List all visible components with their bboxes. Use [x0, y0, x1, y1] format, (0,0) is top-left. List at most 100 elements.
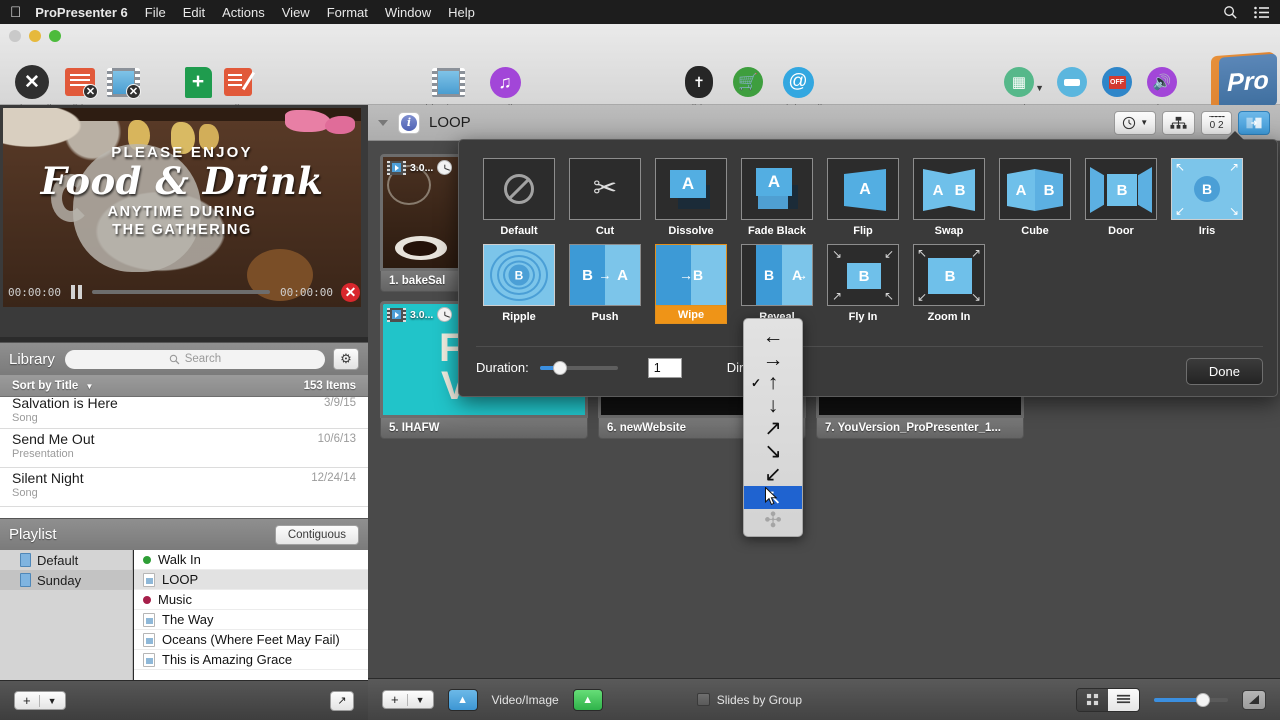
playlist-item-loop[interactable]: LOOP: [134, 570, 368, 590]
add-slide-button[interactable]: + ▼: [382, 690, 434, 709]
disclosure-triangle-icon[interactable]: [378, 120, 388, 126]
apple-menu-icon[interactable]: : [10, 5, 21, 20]
library-list[interactable]: Salvation is Here Song 3/9/15 Send Me Ou…: [0, 397, 368, 518]
direction-up-right[interactable]: ↗: [744, 417, 802, 440]
menu-item-view[interactable]: View: [282, 5, 310, 20]
pro-badge-text: Pro: [1219, 54, 1277, 110]
checkmark-icon: ✓: [751, 376, 761, 390]
slides-by-group-checkbox[interactable]: Slides by Group: [697, 693, 802, 707]
social-media-icon: @: [780, 64, 816, 100]
list-view-icon[interactable]: [1108, 689, 1139, 711]
preview-scrubber[interactable]: [92, 290, 270, 294]
transition-label: Push: [592, 311, 619, 323]
playlist-group-default[interactable]: Default: [0, 550, 132, 570]
direction-right[interactable]: →: [744, 348, 802, 371]
transition-wipe[interactable]: →B Wipe: [648, 244, 734, 324]
arrow-down-left-icon: ↙: [764, 464, 782, 485]
direction-down-right[interactable]: ↘: [744, 440, 802, 463]
menu-item-propresenter[interactable]: ProPresenter 6: [35, 5, 128, 20]
transition-cube[interactable]: A B Cube: [992, 158, 1078, 237]
chevron-down-icon[interactable]: ▼: [407, 694, 433, 706]
document-icon: [20, 553, 31, 567]
pause-icon[interactable]: [71, 285, 82, 299]
stop-media-button[interactable]: ✕: [341, 283, 360, 302]
transition-iris[interactable]: B ↖ ↗ ↙ ↘ Iris: [1164, 158, 1250, 237]
transition-reveal[interactable]: B A → Reveal: [734, 244, 820, 324]
menu-item-window[interactable]: Window: [385, 5, 431, 20]
gear-icon[interactable]: ⚙: [333, 348, 359, 370]
video-image-green-icon[interactable]: ▲: [573, 689, 603, 711]
menu-item-format[interactable]: Format: [327, 5, 368, 20]
transition-push[interactable]: B A → Push: [562, 244, 648, 324]
transition-label: Wipe: [655, 306, 727, 324]
zoom-slider[interactable]: [1154, 698, 1228, 702]
search-icon[interactable]: [1223, 5, 1238, 20]
transition-fade-black[interactable]: A Fade Black: [734, 158, 820, 237]
duration-input[interactable]: 1: [648, 358, 682, 378]
transition-label: Dissolve: [668, 225, 713, 237]
playlist-item-the-way[interactable]: The Way: [134, 610, 368, 630]
chevron-down-icon[interactable]: ▼: [39, 695, 65, 707]
playlist-item-music[interactable]: Music: [134, 590, 368, 610]
slide-badges: 3.0...: [387, 307, 452, 322]
live-preview-pane: PLEASE ENJOY Food & Drink ANYTIME DURING…: [0, 105, 368, 337]
playlist-group-sunday[interactable]: Sunday: [0, 570, 132, 590]
transition-ripple[interactable]: B Ripple: [476, 244, 562, 324]
transition-door[interactable]: B Door: [1078, 158, 1164, 237]
video-image-blue-icon[interactable]: ▲: [448, 689, 478, 711]
info-icon[interactable]: i: [398, 112, 420, 134]
playlist-group-label: Default: [37, 553, 78, 568]
direction-left[interactable]: ←: [744, 325, 802, 348]
transition-cut[interactable]: ✂ Cut: [562, 158, 648, 237]
view-controls: [1076, 688, 1266, 712]
minimize-window-button[interactable]: [29, 30, 41, 42]
grid-view-icon[interactable]: [1077, 689, 1108, 711]
door-icon: B: [1085, 158, 1157, 220]
group-button[interactable]: [1162, 111, 1195, 135]
playlist-item-walk-in[interactable]: Walk In: [134, 550, 368, 570]
green-dot-icon: [143, 556, 151, 564]
menu-item-file[interactable]: File: [145, 5, 166, 20]
list-item[interactable]: Silent Night Song 12/24/14: [0, 468, 368, 507]
add-playlist-button[interactable]: + ▼: [14, 691, 66, 710]
library-search-input[interactable]: Search: [65, 350, 325, 369]
presentation-icon: [143, 613, 155, 627]
playlist-groups[interactable]: Default Sunday: [0, 550, 133, 680]
duration-slider[interactable]: [540, 366, 618, 370]
menu-item-actions[interactable]: Actions: [222, 5, 265, 20]
transition-dissolve[interactable]: A Dissolve: [648, 158, 734, 237]
transition-default[interactable]: Default: [476, 158, 562, 237]
push-icon: B A →: [569, 244, 641, 306]
view-mode-toggle[interactable]: [1076, 688, 1140, 712]
direction-down[interactable]: ↓: [744, 394, 802, 417]
resize-handle-icon[interactable]: [1242, 690, 1266, 710]
playlist-item-amazing-grace[interactable]: This is Amazing Grace: [134, 650, 368, 670]
library-item-date: 12/24/14: [311, 472, 356, 484]
list-item[interactable]: Salvation is Here Song 3/9/15: [0, 397, 368, 429]
list-item[interactable]: Send Me Out Presentation 10/6/13: [0, 429, 368, 468]
transition-label: Flip: [853, 225, 873, 237]
transition-swap[interactable]: A B Swap: [906, 158, 992, 237]
scissors-icon: ✂: [569, 158, 641, 220]
maximize-window-button[interactable]: [49, 30, 61, 42]
playlist-item-oceans[interactable]: Oceans (Where Feet May Fail): [134, 630, 368, 650]
transition-zoom-in[interactable]: B ↖ ↗ ↙ ↘ Zoom In: [906, 244, 992, 324]
done-button[interactable]: Done: [1186, 358, 1263, 385]
transition-flip[interactable]: A Flip: [820, 158, 906, 237]
expand-icon[interactable]: ↗: [330, 691, 354, 711]
menu-item-edit[interactable]: Edit: [183, 5, 205, 20]
clock-dropdown-button[interactable]: ▼: [1114, 111, 1156, 135]
menu-item-help[interactable]: Help: [448, 5, 475, 20]
transition-grid: Default ✂ Cut A Dissolve A Fade Bl: [476, 158, 1277, 331]
direction-down-left[interactable]: ↙: [744, 463, 802, 486]
library-item-type: Song: [12, 412, 356, 424]
library-item-date: 3/9/15: [324, 397, 356, 409]
transition-label: Door: [1108, 225, 1134, 237]
transition-fly-in[interactable]: B ↘ ↙ ↗ ↖ Fly In: [820, 244, 906, 324]
contiguous-button[interactable]: Contiguous: [275, 525, 359, 545]
close-window-button[interactable]: [9, 30, 21, 42]
direction-up[interactable]: ✓ ↑: [744, 371, 802, 394]
library-sort-dropdown[interactable]: Sort by Title ▼: [12, 380, 93, 392]
playlist-items[interactable]: Walk In LOOP Music The Way Oceans (Where…: [134, 550, 368, 680]
list-icon[interactable]: [1254, 6, 1270, 19]
